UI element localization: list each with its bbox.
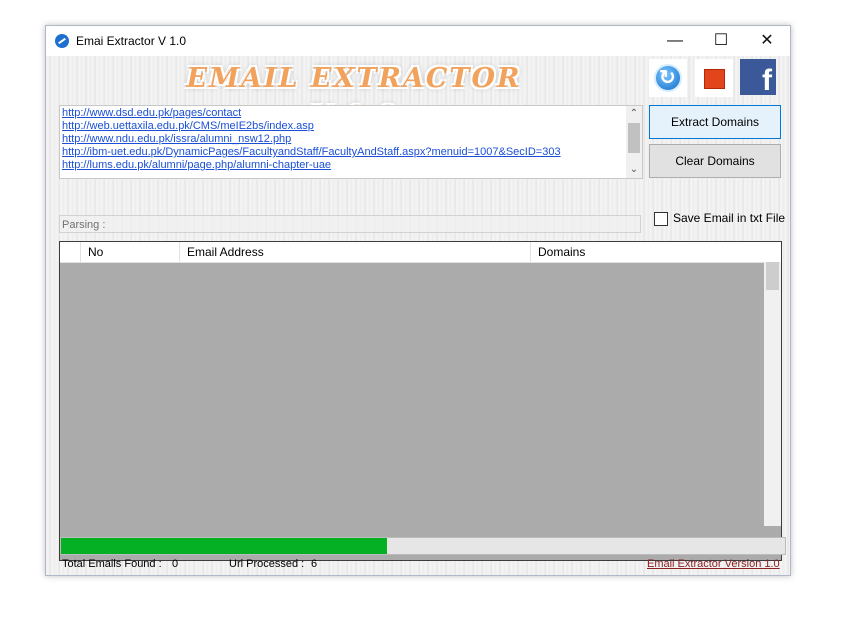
grid-header: No Email Address Domains xyxy=(60,242,781,263)
scrollbar-thumb[interactable] xyxy=(628,123,640,153)
client-area: EMAIL EXTRACTOR V 1.0 f http://www.dsd.e… xyxy=(46,56,790,575)
url-link[interactable]: http://lums.edu.pk/alumni/page.php/alumn… xyxy=(62,159,561,172)
url-list-textbox[interactable]: http://www.dsd.edu.pk/pages/contact http… xyxy=(59,105,643,179)
progress-bar xyxy=(60,537,786,555)
refresh-button[interactable] xyxy=(649,59,687,97)
email-results-grid[interactable]: No Email Address Domains xyxy=(59,241,782,561)
extract-domains-button[interactable]: Extract Domains xyxy=(649,105,781,139)
url-link[interactable]: http://web.uettaxila.edu.pk/CMS/meIE2bs/… xyxy=(62,120,561,133)
title-bar: Emai Extractor V 1.0 — ☐ ✕ xyxy=(46,26,790,56)
minimize-button[interactable]: — xyxy=(652,26,698,56)
save-email-checkbox[interactable] xyxy=(654,212,668,226)
url-link[interactable]: http://www.dsd.edu.pk/pages/contact xyxy=(62,107,561,120)
column-header-domains[interactable]: Domains xyxy=(531,242,781,262)
app-window: Emai Extractor V 1.0 — ☐ ✕ EMAIL EXTRACT… xyxy=(45,25,791,576)
facebook-icon[interactable]: f xyxy=(740,59,776,97)
logo-banner: EMAIL EXTRACTOR V 1.0 xyxy=(186,63,522,132)
column-header-no[interactable]: No xyxy=(81,242,180,262)
refresh-icon xyxy=(654,64,682,92)
total-emails-value: 0 xyxy=(172,558,179,570)
version-link[interactable]: Email Extractor Version 1.0 xyxy=(647,558,780,570)
maximize-button[interactable]: ☐ xyxy=(698,26,744,56)
progress-fill xyxy=(61,538,387,554)
grid-scrollbar-thumb[interactable] xyxy=(766,262,779,290)
url-link[interactable]: http://www.ndu.edu.pk/issra/alumni_nsw12… xyxy=(62,133,561,146)
total-emails-label: Total Emails Found : xyxy=(62,558,162,570)
url-link[interactable]: http://ibm-uet.edu.pk/DynamicPages/Facul… xyxy=(62,146,561,159)
column-header-email[interactable]: Email Address xyxy=(180,242,531,262)
url-processed-label: Url Processed : xyxy=(229,558,305,570)
save-email-label: Save Email in txt File xyxy=(673,211,786,225)
url-processed-value: 6 xyxy=(311,558,318,570)
url-list-scrollbar[interactable]: ⌃ ⌄ xyxy=(626,106,642,178)
chevron-up-icon[interactable]: ⌃ xyxy=(626,106,642,122)
parsing-status: Parsing : xyxy=(59,215,641,233)
stop-icon xyxy=(704,69,725,89)
grid-scrollbar[interactable] xyxy=(764,262,781,526)
row-header-corner xyxy=(60,242,81,262)
clear-domains-button[interactable]: Clear Domains xyxy=(649,144,781,178)
stop-button[interactable] xyxy=(695,59,733,97)
window-title: Emai Extractor V 1.0 xyxy=(76,34,187,48)
url-lines: http://www.dsd.edu.pk/pages/contact http… xyxy=(62,107,561,172)
close-button[interactable]: ✕ xyxy=(744,26,790,56)
app-icon xyxy=(55,34,69,48)
chevron-down-icon[interactable]: ⌄ xyxy=(626,162,642,178)
